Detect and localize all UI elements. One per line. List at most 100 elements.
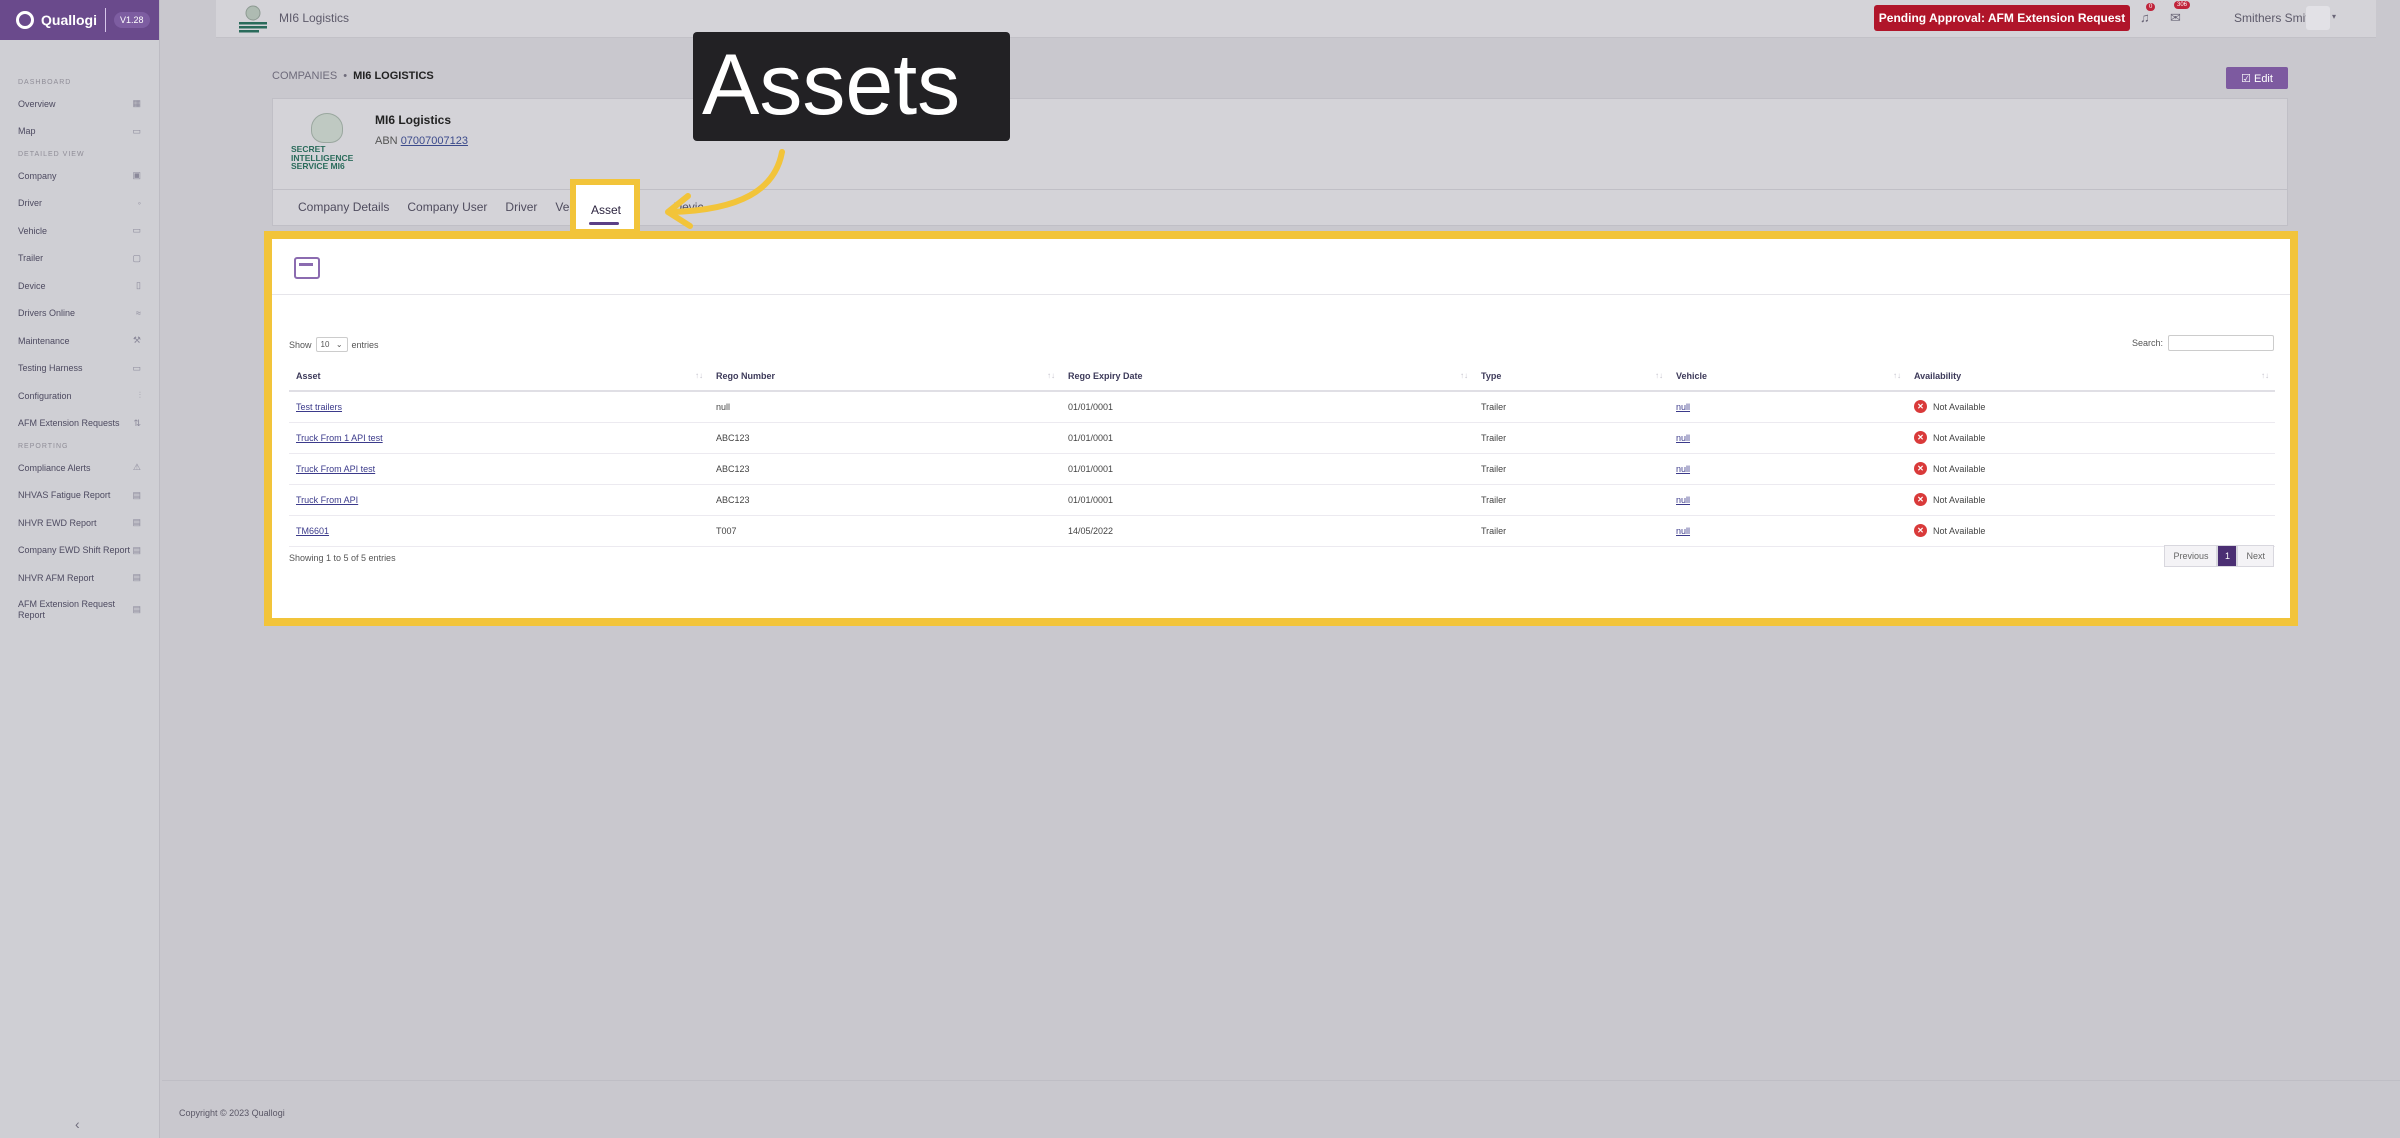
vehicle-link[interactable]: null	[1676, 526, 1690, 536]
search-input[interactable]	[2168, 335, 2274, 351]
entries-select[interactable]: 10 ⌄	[315, 337, 348, 352]
asset-link[interactable]: Test trailers	[296, 402, 342, 412]
chevron-down-icon: ⌄	[335, 340, 343, 349]
col-rego-expiry[interactable]: Rego Expiry Date ↑↓	[1061, 361, 1474, 392]
sidebar-item-company-ewd-shift-report[interactable]: Company EWD Shift Report ▤	[0, 537, 159, 565]
sidebar-item-compliance-alerts[interactable]: Compliance Alerts ⚠	[0, 454, 159, 482]
availability: ✕ Not Available	[1914, 431, 2275, 444]
rego-number: T007	[709, 515, 1061, 547]
previous-button[interactable]: Previous	[2164, 545, 2218, 567]
next-button[interactable]: Next	[2237, 545, 2274, 567]
breadcrumb-current: MI6 LOGISTICS	[353, 70, 434, 82]
rego-number: null	[709, 391, 1061, 423]
not-available-icon: ✕	[1914, 493, 1927, 506]
sidebar-item-nhvr-ewd-report[interactable]: NHVR EWD Report ▤	[0, 509, 159, 537]
tab-driver[interactable]: Driver	[496, 190, 546, 226]
abn-value[interactable]: 07007007123	[401, 135, 468, 147]
sidebar-item-testing-harness[interactable]: Testing Harness ▭	[0, 355, 159, 383]
sidebar-item-company[interactable]: Company ▣	[0, 162, 159, 190]
rego-number: ABC123	[709, 453, 1061, 485]
tab-company-user[interactable]: Company User	[398, 190, 496, 226]
asset-type: Trailer	[1474, 391, 1669, 423]
sidebar-item-afm-extension-requests[interactable]: AFM Extension Requests ⇅	[0, 410, 159, 438]
rego-number: ABC123	[709, 422, 1061, 454]
brand-divider	[105, 8, 106, 32]
vehicle-link[interactable]: null	[1676, 402, 1690, 412]
doc-icon: ▤	[132, 489, 141, 500]
sidebar-item-afm-extension-request-report[interactable]: AFM Extension Request Report ▤	[0, 592, 159, 628]
map-icon: ▭	[132, 125, 141, 136]
show-entries: Show 10 ⌄ entries	[289, 337, 379, 352]
asset-link[interactable]: Truck From API test	[296, 464, 375, 474]
doc-icon: ▤	[132, 604, 141, 614]
table-row: Truck From API test ABC123 01/01/0001 Tr…	[289, 453, 2275, 485]
sidebar-item-device[interactable]: Device ▯	[0, 272, 159, 300]
sidebar-item-nhvas-fatigue-report[interactable]: NHVAS Fatigue Report ▤	[0, 482, 159, 510]
pending-approval-button[interactable]: Pending Approval: AFM Extension Request	[1874, 5, 2130, 31]
breadcrumb-separator: •	[343, 70, 348, 82]
tab-company-details[interactable]: Company Details	[289, 190, 398, 226]
bell-icon[interactable]: ♫ 0	[2140, 3, 2156, 25]
vehicle-link[interactable]: null	[1676, 495, 1690, 505]
assets-table: Asset ↑↓ Rego Number ↑↓ Rego Expiry Date ↑↓…	[289, 361, 2275, 547]
sidebar-item-map[interactable]: Map ▭	[0, 118, 159, 146]
asset-link[interactable]: Truck From 1 API test	[296, 433, 383, 443]
sidebar-item-drivers-online[interactable]: Drivers Online ≈	[0, 300, 159, 328]
not-available-icon: ✕	[1914, 524, 1927, 537]
sidebar-item-label: Company EWD Shift Report	[18, 545, 131, 556]
sidebar-item-label: Trailer	[18, 253, 44, 264]
sort-icon: ↑↓	[1460, 371, 1468, 380]
asset-link[interactable]: Truck From API	[296, 495, 358, 505]
sidebar-item-configuration[interactable]: Configuration ⫶	[0, 382, 159, 410]
sidebar-item-nhvr-afm-report[interactable]: NHVR AFM Report ▤	[0, 564, 159, 592]
asset-link[interactable]: TM6601	[296, 526, 329, 536]
brand-name: Quallogi	[41, 12, 97, 28]
sidebar-item-label: Company	[18, 170, 57, 181]
user-name[interactable]: Smithers Smith	[2234, 11, 2315, 25]
asset-type: Trailer	[1474, 484, 1669, 516]
sort-icon: ↑↓	[2261, 371, 2269, 380]
wrench-icon: ⚒	[132, 335, 141, 346]
col-availability[interactable]: Availability ↑↓	[1907, 361, 2275, 392]
sidebar-item-driver[interactable]: Driver ◦	[0, 190, 159, 218]
chat-icon[interactable]: ✉ 306	[2170, 1, 2191, 26]
chevron-down-icon[interactable]: ▾	[2332, 12, 2336, 21]
col-vehicle[interactable]: Vehicle ↑↓	[1669, 361, 1907, 392]
avatar[interactable]	[2306, 6, 2330, 30]
col-asset[interactable]: Asset ↑↓	[289, 361, 709, 392]
col-rego-number[interactable]: Rego Number ↑↓	[709, 361, 1061, 392]
edit-button[interactable]: ☑ Edit	[2226, 67, 2288, 89]
rego-expiry: 14/05/2022	[1061, 515, 1474, 547]
sort-icon: ↑↓	[695, 371, 703, 380]
wifi-icon: ≈	[136, 308, 141, 319]
entries-value: 10	[320, 340, 330, 349]
sort-icon: ↑↓	[1047, 371, 1055, 380]
user-icon: ◦	[137, 198, 141, 209]
rego-expiry: 01/01/0001	[1061, 484, 1474, 516]
sidebar-item-trailer[interactable]: Trailer ▢	[0, 245, 159, 273]
vehicle-link[interactable]: null	[1676, 464, 1690, 474]
entries-label: entries	[351, 339, 379, 350]
brand-bar[interactable]: Quallogi V1.28	[0, 0, 159, 40]
trailer-icon: ▢	[132, 252, 141, 263]
availability: ✕ Not Available	[1914, 462, 2275, 475]
table-row: Truck From API ABC123 01/01/0001 Trailer…	[289, 484, 2275, 516]
tab-asset[interactable]: Asset	[570, 179, 640, 235]
col-type[interactable]: Type ↑↓	[1474, 361, 1669, 392]
table-row: Truck From 1 API test ABC123 01/01/0001 …	[289, 422, 2275, 454]
availability: ✕ Not Available	[1914, 493, 2275, 506]
sidebar-item-overview[interactable]: Overview ▦	[0, 90, 159, 118]
sidebar-collapse-button[interactable]: ‹	[75, 1116, 80, 1132]
table-row: Test trailers null 01/01/0001 Trailer nu…	[289, 391, 2275, 423]
col-label: Asset	[296, 370, 321, 381]
callout-arrow-icon	[665, 149, 785, 229]
breadcrumb-root[interactable]: COMPANIES	[272, 70, 337, 82]
col-label: Availability	[1914, 370, 1962, 381]
sidebar-item-label: Drivers Online	[18, 308, 76, 319]
sidebar-item-vehicle[interactable]: Vehicle ▭	[0, 217, 159, 245]
vehicle-link[interactable]: null	[1676, 433, 1690, 443]
sidebar-item-maintenance[interactable]: Maintenance ⚒	[0, 327, 159, 355]
sort-icon: ↑↓	[1893, 371, 1901, 380]
abn-label: ABN	[375, 135, 398, 147]
page-1-button[interactable]: 1	[2217, 545, 2238, 567]
